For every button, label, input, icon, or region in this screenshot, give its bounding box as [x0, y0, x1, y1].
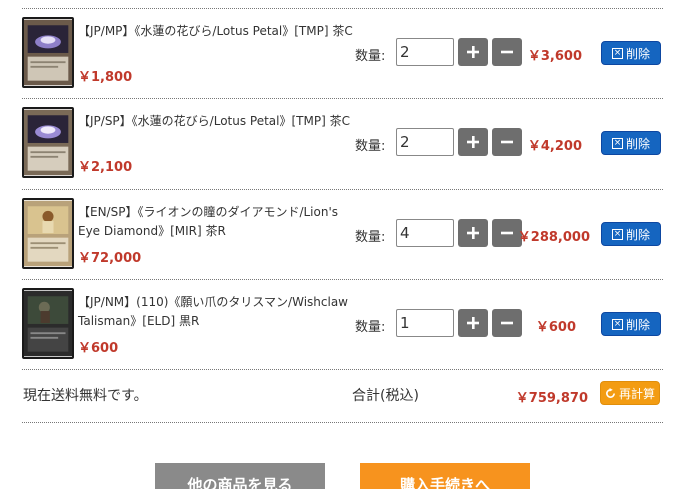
plus-icon: [467, 46, 479, 58]
delete-label: 削除: [625, 136, 650, 151]
close-icon: ×: [611, 228, 623, 240]
quantity-input[interactable]: [396, 309, 454, 337]
delete-button[interactable]: × 削除: [601, 131, 661, 155]
card-thumbnail[interactable]: [22, 107, 74, 178]
quantity-label: 数量:: [355, 230, 386, 245]
delete-label: 削除: [625, 317, 650, 332]
quantity-label: 数量:: [355, 49, 386, 64]
card-thumbnail[interactable]: [22, 17, 74, 88]
total-value: ￥759,870: [515, 391, 588, 406]
delete-label: 削除: [625, 227, 650, 242]
refresh-icon: [606, 387, 615, 398]
cart-item: 【JP/MP】《水蓮の花びら/Lotus Petal》[TMP] 茶C ￥1,8…: [22, 8, 663, 98]
quantity-increase-button[interactable]: [458, 309, 488, 337]
item-unit-price: ￥2,100: [78, 160, 133, 175]
quantity-increase-button[interactable]: [458, 219, 488, 247]
card-thumbnail[interactable]: [22, 198, 74, 269]
close-icon: ×: [611, 137, 623, 149]
quantity-input[interactable]: [396, 219, 454, 247]
item-subtotal: ￥288,000: [517, 230, 590, 245]
recalculate-label: 再計算: [618, 386, 655, 401]
divider: [22, 422, 663, 423]
plus-icon: [467, 227, 479, 239]
plus-icon: [467, 136, 479, 148]
checkout-button[interactable]: 購入手続きへ: [360, 463, 530, 489]
more-products-button[interactable]: 他の商品を見る: [155, 463, 325, 489]
cart-item: 【EN/SP】《ライオンの瞳のダイアモンド/Lion's Eye Diamond…: [22, 189, 663, 279]
item-unit-price: ￥1,800: [78, 70, 133, 85]
item-unit-price: ￥72,000: [78, 251, 142, 266]
shipping-note: 現在送料無料です。: [23, 388, 148, 404]
close-icon: ×: [611, 47, 623, 59]
item-title[interactable]: 【JP/SP】《水蓮の花びら/Lotus Petal》[TMP] 茶C: [78, 112, 363, 131]
recalculate-button[interactable]: 再計算: [600, 381, 660, 405]
item-unit-price: ￥600: [78, 341, 119, 356]
delete-button[interactable]: × 削除: [601, 222, 661, 246]
cart-item: 【JP/SP】《水蓮の花びら/Lotus Petal》[TMP] 茶C ￥2,1…: [22, 98, 663, 188]
total-label: 合計(税込): [352, 388, 419, 404]
delete-button[interactable]: × 削除: [601, 41, 661, 65]
close-icon: ×: [611, 318, 623, 330]
cart-item: 【JP/NM】(110)《願い爪のタリスマン/Wishclaw Talisman…: [22, 279, 663, 369]
item-title[interactable]: 【EN/SP】《ライオンの瞳のダイアモンド/Lion's Eye Diamond…: [78, 203, 363, 241]
card-thumbnail[interactable]: [22, 288, 74, 359]
quantity-input[interactable]: [396, 128, 454, 156]
quantity-input[interactable]: [396, 38, 454, 66]
delete-label: 削除: [625, 46, 650, 61]
item-title[interactable]: 【JP/MP】《水蓮の花びら/Lotus Petal》[TMP] 茶C: [78, 22, 363, 41]
item-subtotal: ￥3,600: [527, 49, 582, 64]
quantity-label: 数量:: [355, 139, 386, 154]
item-subtotal: ￥600: [535, 320, 576, 335]
quantity-label: 数量:: [355, 320, 386, 335]
delete-button[interactable]: × 削除: [601, 312, 661, 336]
divider: [22, 369, 663, 370]
item-subtotal: ￥4,200: [527, 139, 582, 154]
quantity-increase-button[interactable]: [458, 38, 488, 66]
plus-icon: [467, 317, 479, 329]
item-title[interactable]: 【JP/NM】(110)《願い爪のタリスマン/Wishclaw Talisman…: [78, 293, 363, 331]
quantity-increase-button[interactable]: [458, 128, 488, 156]
